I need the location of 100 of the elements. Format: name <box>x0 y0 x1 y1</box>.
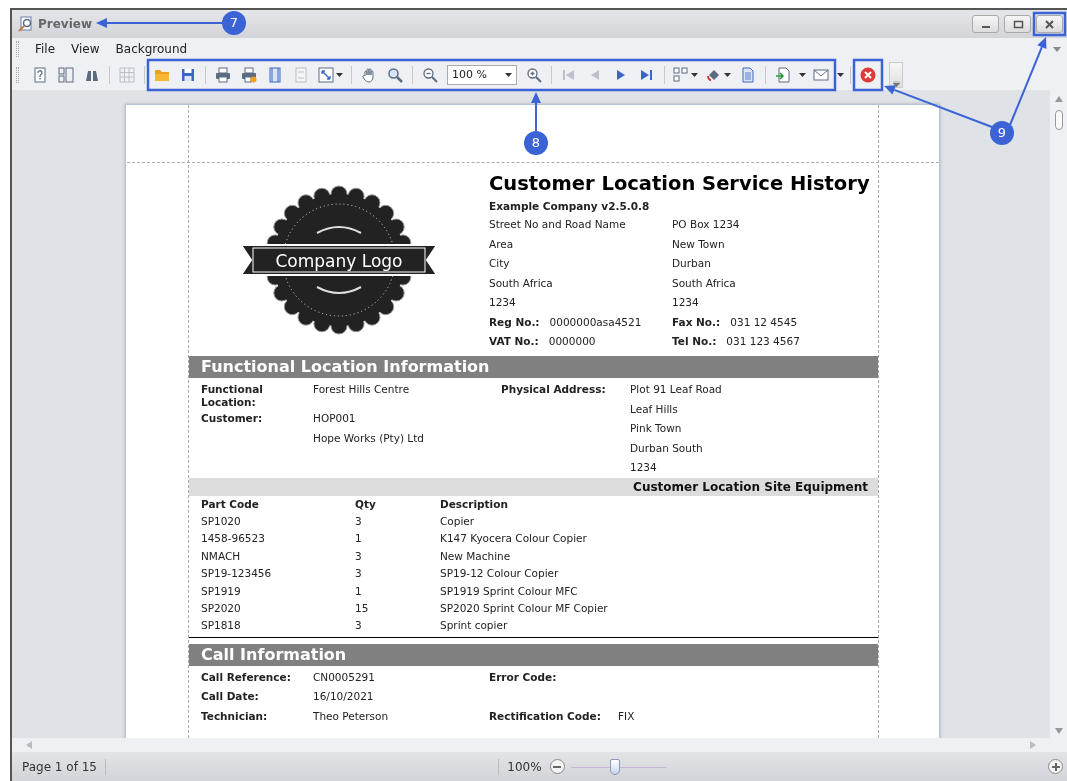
folder-icon <box>154 67 170 83</box>
page-indicator: Page 1 of 15 <box>22 758 97 776</box>
field-value: Leaf Hills <box>630 401 679 417</box>
panels-icon <box>58 67 74 83</box>
table-cell-text: SP1020 <box>201 513 242 529</box>
close-icon[interactable] <box>1043 18 1056 30</box>
field-value: Plot 91 Leaf Road <box>630 382 723 397</box>
field-label: Reg No.: <box>489 314 540 330</box>
caret-icon <box>836 73 844 77</box>
table-cell-text: Copier <box>440 513 476 529</box>
table-cell-text: SP19-123456 <box>201 566 273 582</box>
table-cell-text: SP19-12 Colour Copier <box>440 566 560 582</box>
overflow-arrow-icon[interactable] <box>1053 46 1061 52</box>
table-cell-text: Sprint copier <box>440 618 509 634</box>
highlight-box <box>1032 11 1067 37</box>
field-label: VAT No.: <box>489 334 539 349</box>
table-cell-text: SP1818 <box>201 618 242 634</box>
field-value: Forest Hills Centre <box>313 382 411 397</box>
table-cell-text: 3 <box>355 548 363 564</box>
export-icon <box>775 67 791 83</box>
table-cell-text: 3 <box>355 513 363 529</box>
field-value: 031 12 4545 <box>730 314 798 330</box>
caret-icon <box>724 73 731 77</box>
close-button[interactable] <box>1036 15 1063 33</box>
overflow-button[interactable] <box>889 62 903 88</box>
address-line: New Town <box>672 236 726 252</box>
field-value: Hope Works (Pty) Ltd <box>313 430 425 446</box>
address-line: Durban <box>672 256 712 271</box>
caret-icon <box>892 81 900 87</box>
menu-item[interactable]: File <box>27 40 64 58</box>
paint-bucket-icon <box>706 67 722 83</box>
resize-dropdown[interactable] <box>316 64 345 86</box>
logo-text: Company Logo <box>275 250 403 271</box>
field-value: FIX <box>618 708 636 724</box>
caret-icon <box>336 73 343 77</box>
menu-item[interactable]: Background <box>107 40 196 58</box>
grid-icon <box>119 67 135 83</box>
minus-icon[interactable] <box>553 765 562 768</box>
field-value: 0000000asa4521 <box>549 314 642 330</box>
down-arrow-icon[interactable] <box>1054 728 1063 734</box>
field-value: 1234 <box>630 460 658 475</box>
preview-icon <box>18 16 34 32</box>
section-header: Call Information <box>189 643 878 666</box>
address-line: City <box>489 256 511 271</box>
zoom-combo[interactable]: 100 % <box>447 65 517 85</box>
document-icon <box>740 67 756 83</box>
panels-button[interactable] <box>55 64 77 86</box>
zoom-out-button[interactable] <box>549 759 565 774</box>
hand-icon <box>361 67 377 83</box>
address-line: Street No and Road Name <box>489 217 627 232</box>
vertical-scrollbar[interactable] <box>1050 90 1067 752</box>
resize-icon <box>318 67 334 83</box>
address-line: South Africa <box>672 275 737 291</box>
field-label: Fax No.: <box>672 314 721 330</box>
magnifier-icon <box>387 67 403 83</box>
up-arrow-icon[interactable] <box>1054 96 1063 102</box>
minimize-button[interactable] <box>972 15 999 33</box>
maximize-icon[interactable] <box>1011 18 1024 30</box>
last-page-icon <box>639 67 655 83</box>
save-icon <box>180 67 196 83</box>
field-value: Durban South <box>630 440 704 456</box>
address-line: 1234 <box>489 295 517 310</box>
column-header: Part Code <box>201 496 260 512</box>
field-value: CN0005291 <box>313 669 376 685</box>
slider-thumb[interactable] <box>610 758 621 775</box>
table-cell-text: 3 <box>355 618 363 634</box>
table-cell-text: SP1919 <box>201 583 242 599</box>
maximize-button[interactable] <box>1004 15 1031 33</box>
column-header: Qty <box>355 496 377 512</box>
column-header: Description <box>440 496 509 512</box>
caret-icon <box>691 73 698 77</box>
multipage-icon <box>673 67 689 83</box>
printer-icon <box>241 67 257 83</box>
zoom-out-icon <box>422 67 438 83</box>
envelope-icon <box>813 67 829 83</box>
first-page-icon <box>561 67 577 83</box>
field-label: Customer: <box>201 411 264 426</box>
menu-item[interactable]: View <box>63 40 108 58</box>
field-label: Call Reference: <box>201 669 292 685</box>
field-value: 0000000 <box>548 334 596 349</box>
close-circle-icon <box>860 67 876 83</box>
table-cell-text: SP1919 Sprint Colour MFC <box>440 583 579 599</box>
page-frame-icon <box>267 67 283 83</box>
table-cell-text: 1458-96523 <box>201 531 266 547</box>
address-line: Area <box>489 236 515 252</box>
scrollbar-thumb[interactable] <box>1054 110 1063 130</box>
field-label: Tel No.: <box>672 334 717 349</box>
section-header: Functional Location Information <box>189 356 878 378</box>
table-cell-text: SP2020 <box>201 600 242 616</box>
help-document-icon <box>32 67 48 83</box>
field-label: Functional Location: <box>201 382 264 409</box>
zoom-slider[interactable] <box>570 758 666 775</box>
zoom-in-icon <box>526 67 542 83</box>
table-header: Customer Location Site Equipment <box>189 477 878 496</box>
field-value: 16/10/2021 <box>313 689 375 705</box>
table-cell-text: 1 <box>355 531 363 547</box>
table-cell-text: New Machine <box>440 548 512 564</box>
table-cell-text: SP2020 Sprint Colour MF Copier <box>440 600 609 616</box>
caret-icon <box>505 73 512 77</box>
highlight-box <box>852 58 884 92</box>
